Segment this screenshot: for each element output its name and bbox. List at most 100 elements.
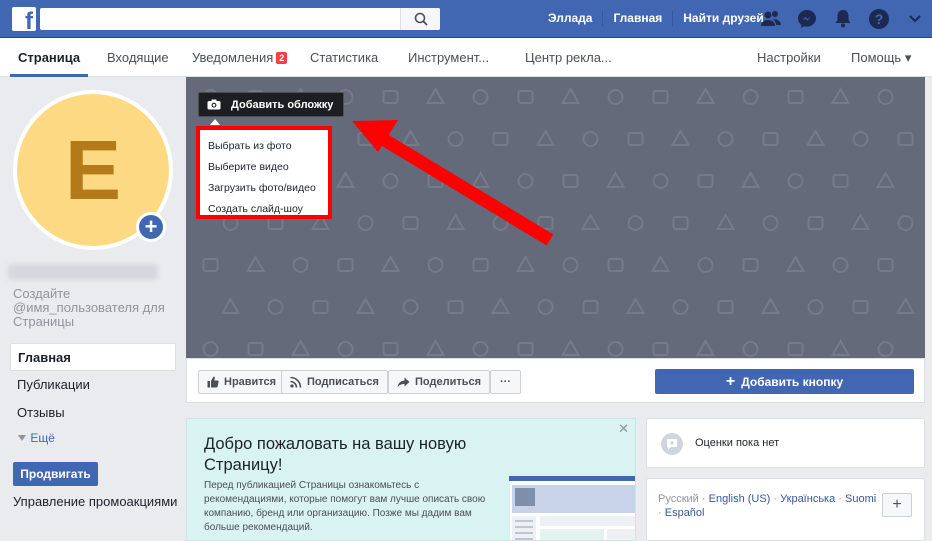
like-button[interactable]: Нравится bbox=[198, 370, 286, 394]
cover-doodle bbox=[382, 90, 399, 104]
cover-doodle bbox=[807, 216, 824, 230]
cover-doodle bbox=[607, 258, 624, 272]
close-icon[interactable]: ✕ bbox=[618, 421, 629, 437]
facebook-logo-icon[interactable]: f bbox=[12, 7, 36, 34]
cover-doodle bbox=[897, 215, 914, 231]
account-menu-icon[interactable] bbox=[904, 8, 926, 30]
cover-doodle bbox=[517, 90, 534, 104]
tab-statistics[interactable]: Статистика bbox=[310, 50, 378, 65]
promote-button[interactable]: Продвигать bbox=[13, 462, 98, 486]
cover-doodle bbox=[490, 296, 511, 314]
menu-item-choose-video[interactable]: Выберите видео bbox=[200, 157, 328, 178]
cover-doodle bbox=[337, 341, 354, 357]
leftnav-item-posts[interactable]: Публикации bbox=[10, 371, 176, 399]
cover-doodle bbox=[627, 215, 644, 231]
cover-doodle bbox=[787, 90, 804, 104]
language-link[interactable]: Українська bbox=[780, 493, 835, 505]
triangle-down-icon bbox=[18, 435, 26, 441]
menu-item-create-slideshow[interactable]: Создать слайд-шоу bbox=[200, 199, 328, 220]
more-options-button[interactable]: ··· bbox=[490, 370, 521, 394]
friends-icon[interactable] bbox=[760, 8, 782, 30]
tab-label: Уведомления bbox=[192, 50, 274, 65]
cover-doodle bbox=[560, 86, 581, 104]
cover-doodle bbox=[717, 300, 734, 314]
tab-settings[interactable]: Настройки bbox=[757, 50, 821, 65]
tab-label: Инструмент... bbox=[408, 50, 490, 65]
cover-doodle bbox=[380, 254, 401, 272]
tab-ad-center[interactable]: Центр рекла... bbox=[525, 50, 612, 65]
cover-doodle bbox=[292, 257, 309, 273]
add-cover-label: Добавить обложку bbox=[231, 98, 334, 111]
add-photo-button[interactable]: + bbox=[136, 212, 166, 242]
tab-page[interactable]: Страница bbox=[18, 50, 80, 65]
page-name-blurred bbox=[8, 264, 158, 280]
cover-doodle bbox=[202, 258, 219, 272]
create-username-link[interactable]: Создайте @имя_пользователя для Страницы bbox=[13, 287, 178, 329]
notifications-icon[interactable] bbox=[832, 8, 854, 30]
tab-label: Входящие bbox=[107, 50, 169, 65]
search-button[interactable] bbox=[400, 8, 440, 30]
nav-home-link[interactable]: Главная bbox=[603, 11, 674, 26]
cover-doodle bbox=[832, 257, 849, 273]
menu-item-choose-photo[interactable]: Выбрать из фото bbox=[200, 136, 328, 157]
nav-find-friends-link[interactable]: Найти друзей bbox=[673, 11, 773, 26]
tab-inbox[interactable]: Входящие bbox=[107, 50, 169, 65]
cover-doodle bbox=[787, 173, 804, 189]
add-language-button[interactable]: + bbox=[882, 493, 912, 517]
add-button-cta[interactable]: + Добавить кнопку bbox=[655, 369, 914, 394]
cover-doodle bbox=[582, 300, 599, 314]
follow-button[interactable]: Подписаться bbox=[281, 370, 388, 394]
leftnav-item-reviews[interactable]: Отзывы bbox=[10, 399, 176, 427]
add-cover-button[interactable]: Добавить обложку bbox=[198, 92, 344, 117]
cover-doodle bbox=[427, 257, 444, 273]
like-label: Нравится bbox=[224, 376, 277, 388]
cover-doodle bbox=[697, 257, 714, 273]
thumbs-up-icon bbox=[207, 376, 219, 388]
messenger-icon[interactable] bbox=[796, 8, 818, 30]
cover-doodle bbox=[652, 90, 669, 104]
cover-doodle bbox=[607, 341, 624, 357]
leftnav-more[interactable]: Ещё bbox=[10, 427, 176, 449]
language-link[interactable]: Suomi bbox=[845, 493, 876, 505]
cover-doodle bbox=[805, 128, 826, 146]
language-link[interactable]: English (US) bbox=[709, 493, 771, 505]
tab-notifications[interactable]: Уведомления 2 bbox=[192, 50, 288, 65]
page-mockup-illustration bbox=[509, 476, 635, 540]
rating-card: Оценки пока нет bbox=[646, 418, 925, 468]
cover-doodle bbox=[830, 86, 851, 104]
cover-doodle bbox=[472, 89, 489, 105]
cover-doodle bbox=[652, 342, 669, 356]
top-bar: f Эллада Главная Найти друзей ? bbox=[0, 0, 932, 38]
cover-doodle bbox=[560, 338, 581, 356]
cover-doodle bbox=[762, 215, 779, 231]
tab-tools[interactable]: Инструмент... bbox=[408, 50, 489, 65]
cover-doodle bbox=[742, 89, 759, 105]
share-button[interactable]: Поделиться bbox=[388, 370, 491, 394]
cover-doodle bbox=[717, 131, 734, 147]
cover-doodle bbox=[787, 342, 804, 356]
menu-item-upload-photo-video[interactable]: Загрузить фото/видео bbox=[200, 178, 328, 199]
notification-badge: 2 bbox=[276, 52, 288, 64]
cover-doodle bbox=[670, 128, 691, 146]
cover-doodle bbox=[807, 299, 824, 315]
follow-label: Подписаться bbox=[307, 376, 379, 388]
tab-label: Страница bbox=[18, 50, 81, 65]
nav-profile-link[interactable]: Эллада bbox=[538, 11, 604, 26]
cover-doodle bbox=[202, 341, 219, 357]
tab-label: Статистика bbox=[310, 50, 379, 65]
language-link[interactable]: Español bbox=[665, 507, 705, 519]
manage-promotions-link[interactable]: Управление промоакциями bbox=[13, 494, 177, 509]
cover-doodle bbox=[605, 170, 626, 188]
tab-label: Центр рекла... bbox=[525, 50, 612, 65]
search-input[interactable] bbox=[40, 8, 440, 30]
language-card: Русский · English (US) · Українська · Su… bbox=[646, 478, 925, 541]
cover-doodle bbox=[515, 254, 536, 272]
tab-help[interactable]: Помощь ▾ bbox=[851, 50, 911, 66]
camera-icon bbox=[207, 99, 221, 110]
cover-doodle bbox=[875, 170, 896, 188]
cover-doodle bbox=[290, 338, 311, 356]
help-icon[interactable]: ? bbox=[868, 8, 890, 30]
cover-doodle bbox=[580, 212, 601, 230]
leftnav-item-home[interactable]: Главная bbox=[10, 343, 176, 371]
tab-label: Настройки bbox=[757, 50, 821, 65]
